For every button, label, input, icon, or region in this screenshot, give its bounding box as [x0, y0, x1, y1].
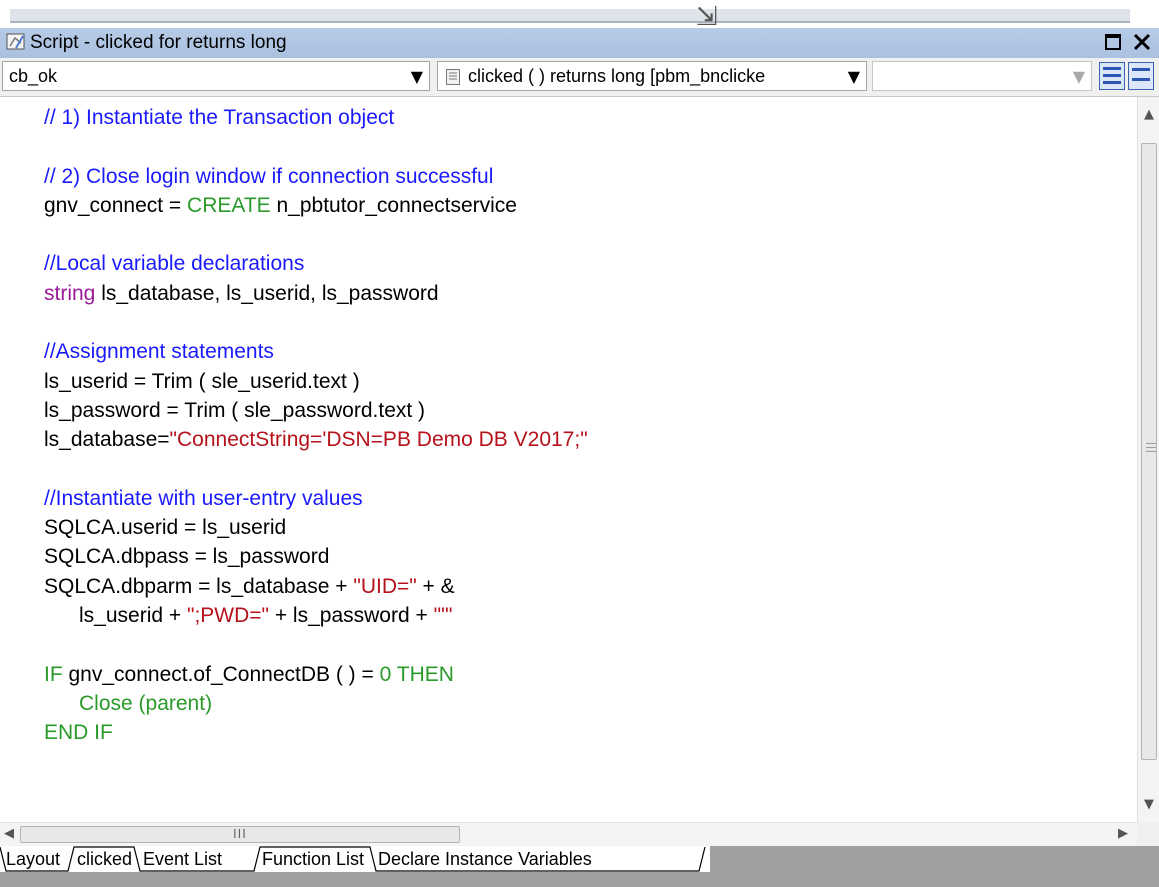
script-toolbar: cb_ok ▼ clicked ( ) returns long [pbm_bn…	[0, 58, 1159, 97]
code-line[interactable]: string ls_database, ls_userid, ls_passwo…	[44, 279, 588, 308]
code-token: SQLCA.dbpass = ls_password	[44, 545, 330, 569]
grip-icon: III	[233, 826, 247, 841]
code-token: gnv_connect =	[44, 193, 188, 217]
code-token: //Local variable declarations	[44, 252, 305, 276]
code-token: gnv_connect.of_ConnectDB ( ) =	[62, 662, 380, 686]
background-strip: ⇲	[0, 0, 1159, 32]
vertical-scroll-thumb[interactable]: — — —	[1141, 143, 1157, 760]
horizontal-scroll-thumb[interactable]: III	[20, 826, 460, 843]
code-token: THEN	[396, 662, 454, 686]
code-token: ls_userid +	[44, 604, 187, 628]
scroll-right-icon[interactable]: ▶	[1118, 826, 1128, 841]
grip-icon: — — —	[1146, 438, 1156, 457]
code-token: 0	[379, 662, 392, 686]
tab-row: Layout clicked Event List Function List …	[0, 846, 710, 872]
code-line[interactable]: //Instantiate with user-entry values	[44, 484, 588, 513]
scroll-down-icon[interactable]: ▼	[1138, 797, 1159, 812]
horizontal-scrollbar[interactable]: ◀ III ▶	[0, 822, 1137, 847]
code-token: //Instantiate with user-entry values	[44, 486, 363, 510]
background-bar	[10, 9, 1130, 23]
tab-clicked[interactable]: clicked	[77, 847, 132, 871]
code-line[interactable]	[44, 220, 588, 249]
code-token: string	[44, 281, 96, 305]
code-token: ls_database, ls_userid, ls_password	[95, 281, 439, 305]
code-line[interactable]: ls_userid + ";PWD=" + ls_password + "'"	[44, 601, 588, 630]
code-line[interactable]: END IF	[44, 718, 588, 747]
code-token: "ConnectString='DSN=PB Demo DB V2017;"	[169, 428, 588, 452]
event-script-icon	[446, 69, 460, 85]
tab-function-list[interactable]: Function List	[262, 847, 364, 871]
scroll-left-icon[interactable]: ◀	[4, 826, 14, 841]
code-line[interactable]: ls_userid = Trim ( sle_userid.text )	[44, 367, 588, 396]
scroll-up-icon[interactable]: ▲	[1138, 107, 1159, 122]
code-token: // 2) Close login window if connection s…	[44, 164, 494, 188]
code-line[interactable]: // 2) Close login window if connection s…	[44, 162, 588, 191]
code-line[interactable]: SQLCA.userid = ls_userid	[44, 513, 588, 542]
code-line[interactable]: SQLCA.dbparm = ls_database + "UID=" + &	[44, 572, 588, 601]
code-line[interactable]: SQLCA.dbpass = ls_password	[44, 542, 588, 571]
event-select[interactable]: clicked ( ) returns long [pbm_bnclickе ▼	[437, 61, 867, 91]
code-token: //Assignment statements	[44, 340, 274, 364]
code-line[interactable]: //Assignment statements	[44, 337, 588, 366]
code-line[interactable]	[44, 132, 588, 161]
window-title: Script - clicked for returns long	[30, 32, 287, 53]
split-horizontal-button[interactable]	[1099, 62, 1125, 90]
code-token: ls_password = Trim ( sle_password.text )	[44, 398, 426, 422]
code-line[interactable]	[44, 308, 588, 337]
code-token: n_pbtutor_connectservice	[270, 193, 517, 217]
script-editor[interactable]: // 1) Instantiate the Transaction object…	[0, 97, 1137, 822]
chevron-down-icon[interactable]: ▼	[411, 67, 423, 86]
code-content[interactable]: // 1) Instantiate the Transaction object…	[44, 103, 588, 748]
code-token: // 1) Instantiate the Transaction object	[44, 106, 395, 129]
chevron-down-icon[interactable]: ▼	[848, 67, 860, 86]
code-token: SQLCA.dbparm = ls_database +	[44, 574, 354, 598]
code-token: "'"	[433, 604, 453, 628]
tab-bar: Layout clicked Event List Function List …	[0, 846, 1159, 887]
scrollbar-corner	[1137, 822, 1159, 846]
split-vertical-button[interactable]	[1128, 62, 1154, 90]
code-token: Close (parent)	[44, 691, 213, 715]
maximize-icon[interactable]	[1101, 30, 1125, 54]
code-token: ls_database=	[44, 428, 170, 452]
code-line[interactable]: Close (parent)	[44, 689, 588, 718]
code-token: IF	[44, 662, 63, 686]
code-token: ";PWD="	[186, 604, 269, 628]
code-line[interactable]	[44, 630, 588, 659]
code-line[interactable]	[44, 455, 588, 484]
chevron-down-icon[interactable]: ▼	[1073, 67, 1085, 86]
code-token: SQLCA.userid = ls_userid	[44, 516, 287, 540]
code-line[interactable]: gnv_connect = CREATE n_pbtutor_connectse…	[44, 191, 588, 220]
close-icon[interactable]	[1130, 30, 1154, 54]
code-line[interactable]: IF gnv_connect.of_ConnectDB ( ) = 0 THEN	[44, 660, 588, 689]
code-token: END IF	[44, 721, 113, 745]
code-line[interactable]: ls_password = Trim ( sle_password.text )	[44, 396, 588, 425]
code-line[interactable]: ls_database="ConnectString='DSN=PB Demo …	[44, 425, 588, 454]
window-title-bar[interactable]: Script - clicked for returns long	[0, 28, 1159, 59]
event-select-value: clicked ( ) returns long [pbm_bnclickе	[468, 66, 766, 86]
code-token: ls_userid = Trim ( sle_userid.text )	[44, 369, 360, 393]
code-token: "UID="	[353, 574, 417, 598]
code-line[interactable]: // 1) Instantiate the Transaction object	[44, 103, 588, 132]
code-token: + &	[416, 574, 455, 598]
code-token: CREATE	[187, 193, 271, 217]
ancestor-select[interactable]: ▼	[872, 61, 1092, 91]
tab-declare-instance-variables[interactable]: Declare Instance Variables	[378, 847, 592, 871]
vertical-scrollbar[interactable]: ▲ — — — ▼	[1137, 97, 1159, 822]
object-select-value: cb_ok	[9, 66, 58, 86]
tab-layout[interactable]: Layout	[6, 847, 60, 871]
code-token: + ls_password +	[269, 604, 434, 628]
code-line[interactable]: //Local variable declarations	[44, 249, 588, 278]
tab-event-list[interactable]: Event List	[143, 847, 222, 871]
object-select[interactable]: cb_ok ▼	[2, 61, 430, 91]
script-window-icon	[6, 33, 25, 50]
